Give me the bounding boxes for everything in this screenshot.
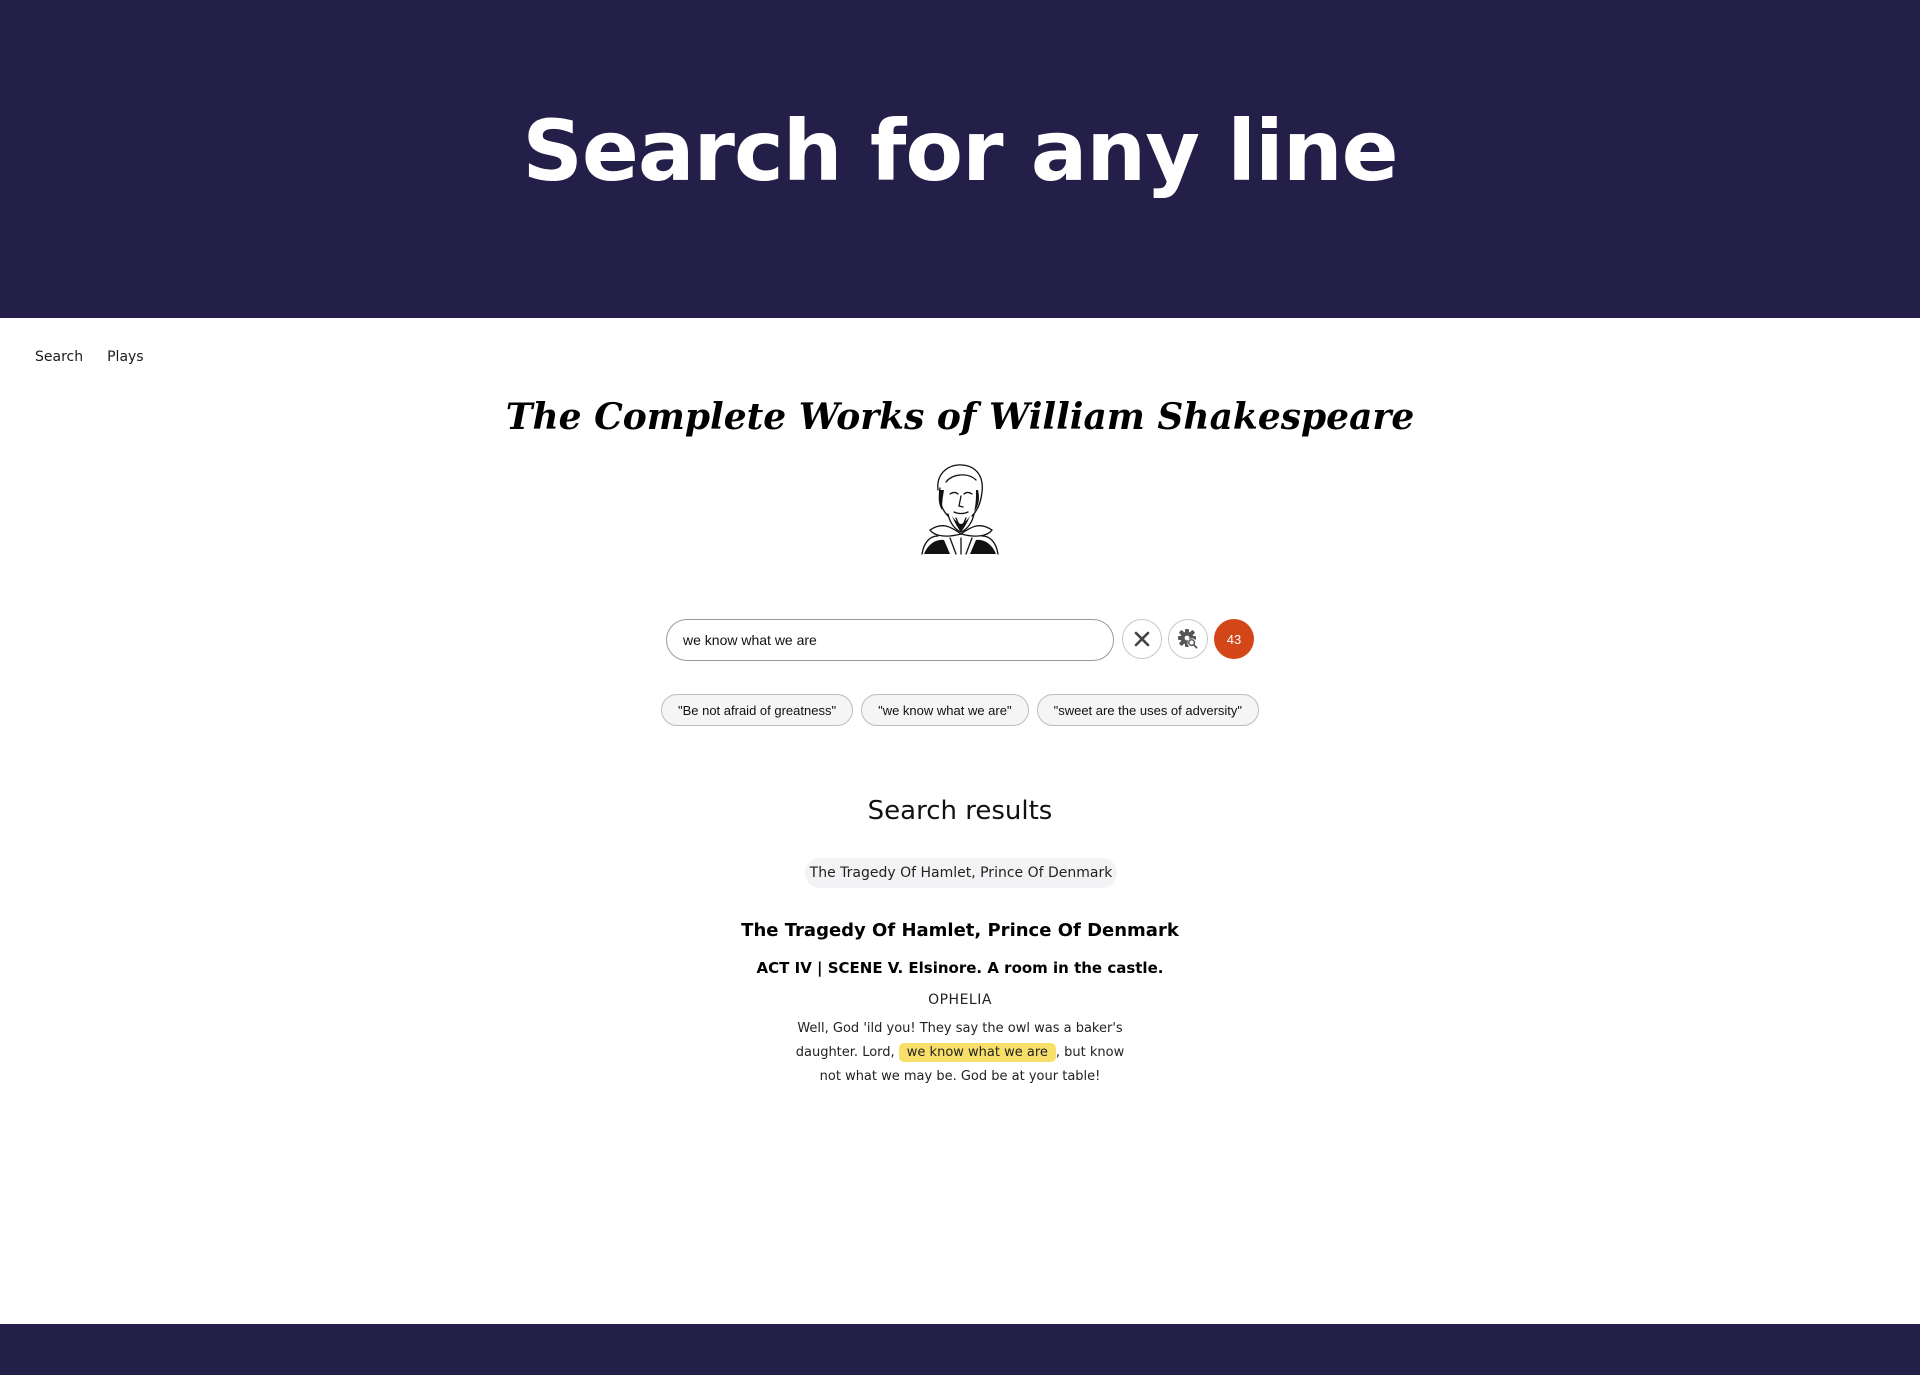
- footer: [0, 1324, 1920, 1375]
- nav-plays-link[interactable]: Plays: [107, 349, 144, 365]
- hero-title: Search for any line: [522, 102, 1398, 200]
- search-settings-button[interactable]: [1168, 619, 1208, 659]
- hero-banner: Search for any line: [0, 0, 1920, 318]
- search-input[interactable]: [666, 619, 1114, 661]
- top-nav: Search Plays: [35, 349, 144, 365]
- suggestion-chip[interactable]: "we know what we are": [861, 694, 1029, 726]
- result-line-text: Well, God 'ild you! They say the owl was…: [785, 1017, 1135, 1089]
- suggestion-chips: "Be not afraid of greatness" "we know wh…: [0, 694, 1920, 726]
- clear-search-button[interactable]: [1122, 619, 1162, 659]
- shakespeare-portrait: [921, 464, 999, 555]
- nav-search-link[interactable]: Search: [35, 349, 83, 365]
- results-heading: Search results: [867, 796, 1053, 826]
- play-filter-chip[interactable]: The Tragedy Of Hamlet, Prince Of Denmark: [805, 858, 1117, 888]
- close-icon: [1134, 631, 1150, 647]
- result-count-badge: 43: [1214, 619, 1254, 659]
- match-highlight: we know what we are: [898, 1043, 1056, 1062]
- site-title: The Complete Works of William Shakespear…: [505, 396, 1415, 438]
- result-speaker: OPHELIA: [928, 992, 992, 1008]
- suggestion-chip[interactable]: "sweet are the uses of adversity": [1036, 694, 1260, 726]
- suggestion-chip[interactable]: "Be not afraid of greatness": [660, 694, 854, 726]
- gear-search-icon: [1178, 629, 1198, 649]
- result-play-title: The Tragedy Of Hamlet, Prince Of Denmark: [741, 920, 1179, 941]
- result-scene: ACT IV | SCENE V. Elsinore. A room in th…: [756, 959, 1164, 977]
